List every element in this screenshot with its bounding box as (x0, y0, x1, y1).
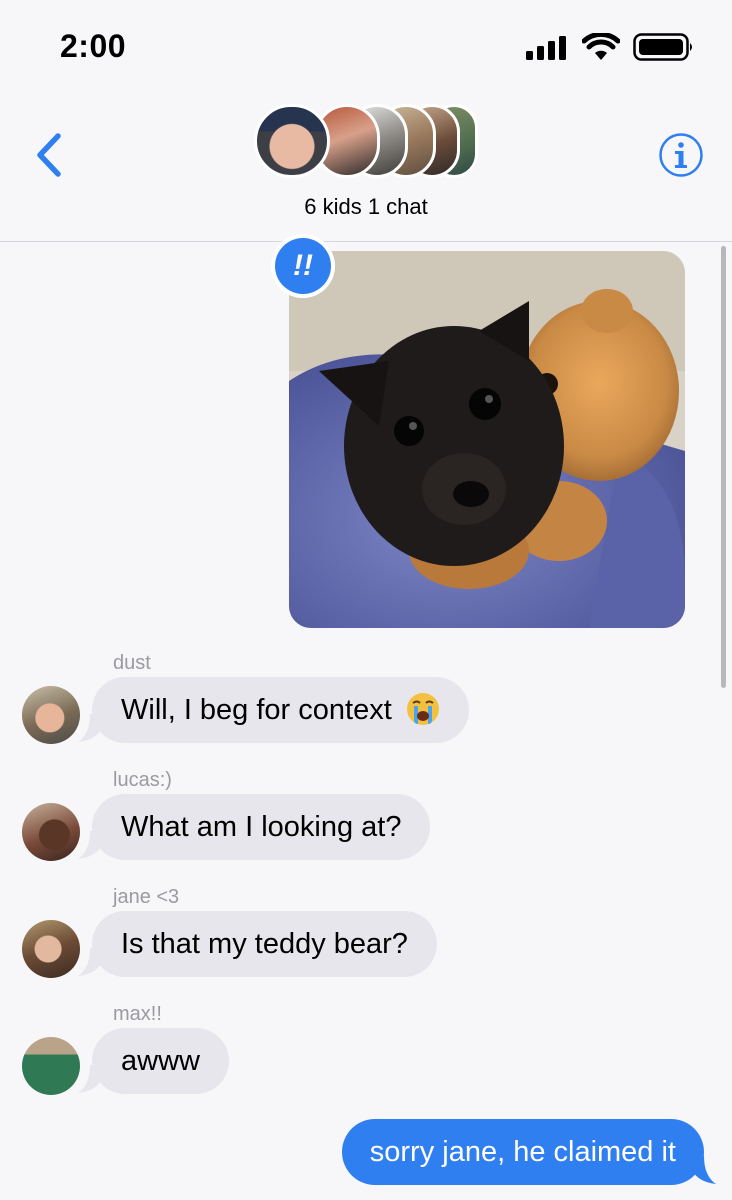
sender-name: jane <3 (113, 886, 180, 908)
message-bubble[interactable]: Will, I beg for context (92, 677, 469, 743)
photo-message[interactable] (289, 251, 685, 628)
back-chevron-icon[interactable] (30, 130, 70, 180)
sender-name: lucas:) (113, 769, 172, 791)
message-text: awww (121, 1045, 200, 1077)
message-bubble[interactable]: awww (92, 1028, 229, 1094)
sender-name: max!! (113, 1003, 162, 1025)
cellular-signal-icon (526, 36, 566, 60)
conversation-header: 6 kids 1 chat (0, 90, 732, 242)
scroll-indicator[interactable] (721, 246, 726, 688)
chat-title[interactable]: 6 kids 1 chat (0, 194, 732, 220)
status-bar: 2:00 (0, 0, 732, 90)
avatar[interactable] (22, 803, 80, 861)
loudly-crying-face-icon (406, 693, 439, 726)
message-text: Is that my teddy bear? (121, 928, 408, 960)
messages-screen: 2:00 6 kids 1 chat !! dust Will, I beg f… (0, 0, 732, 1200)
message-text: Will, I beg for context (121, 694, 392, 726)
battery-icon (633, 33, 692, 61)
wifi-icon (582, 33, 620, 60)
group-avatar-stack[interactable] (254, 102, 480, 180)
message-text: sorry jane, he claimed it (369, 1136, 676, 1168)
avatar[interactable] (22, 920, 80, 978)
avatar[interactable] (22, 1037, 80, 1095)
outgoing-message-bubble[interactable]: sorry jane, he claimed it (341, 1119, 704, 1185)
group-avatar-1 (254, 104, 330, 178)
sender-name: dust (113, 652, 151, 674)
exclamation-tapback-icon: !! (275, 238, 331, 294)
tapback-reaction-badge[interactable]: !! (271, 234, 335, 298)
info-icon[interactable] (658, 132, 704, 178)
message-bubble[interactable]: What am I looking at? (92, 794, 431, 860)
message-text: What am I looking at? (121, 811, 402, 843)
message-bubble[interactable]: Is that my teddy bear? (92, 911, 437, 977)
status-time: 2:00 (60, 28, 127, 64)
bat-with-teddy-bear-photo (289, 251, 685, 628)
avatar[interactable] (22, 686, 80, 744)
